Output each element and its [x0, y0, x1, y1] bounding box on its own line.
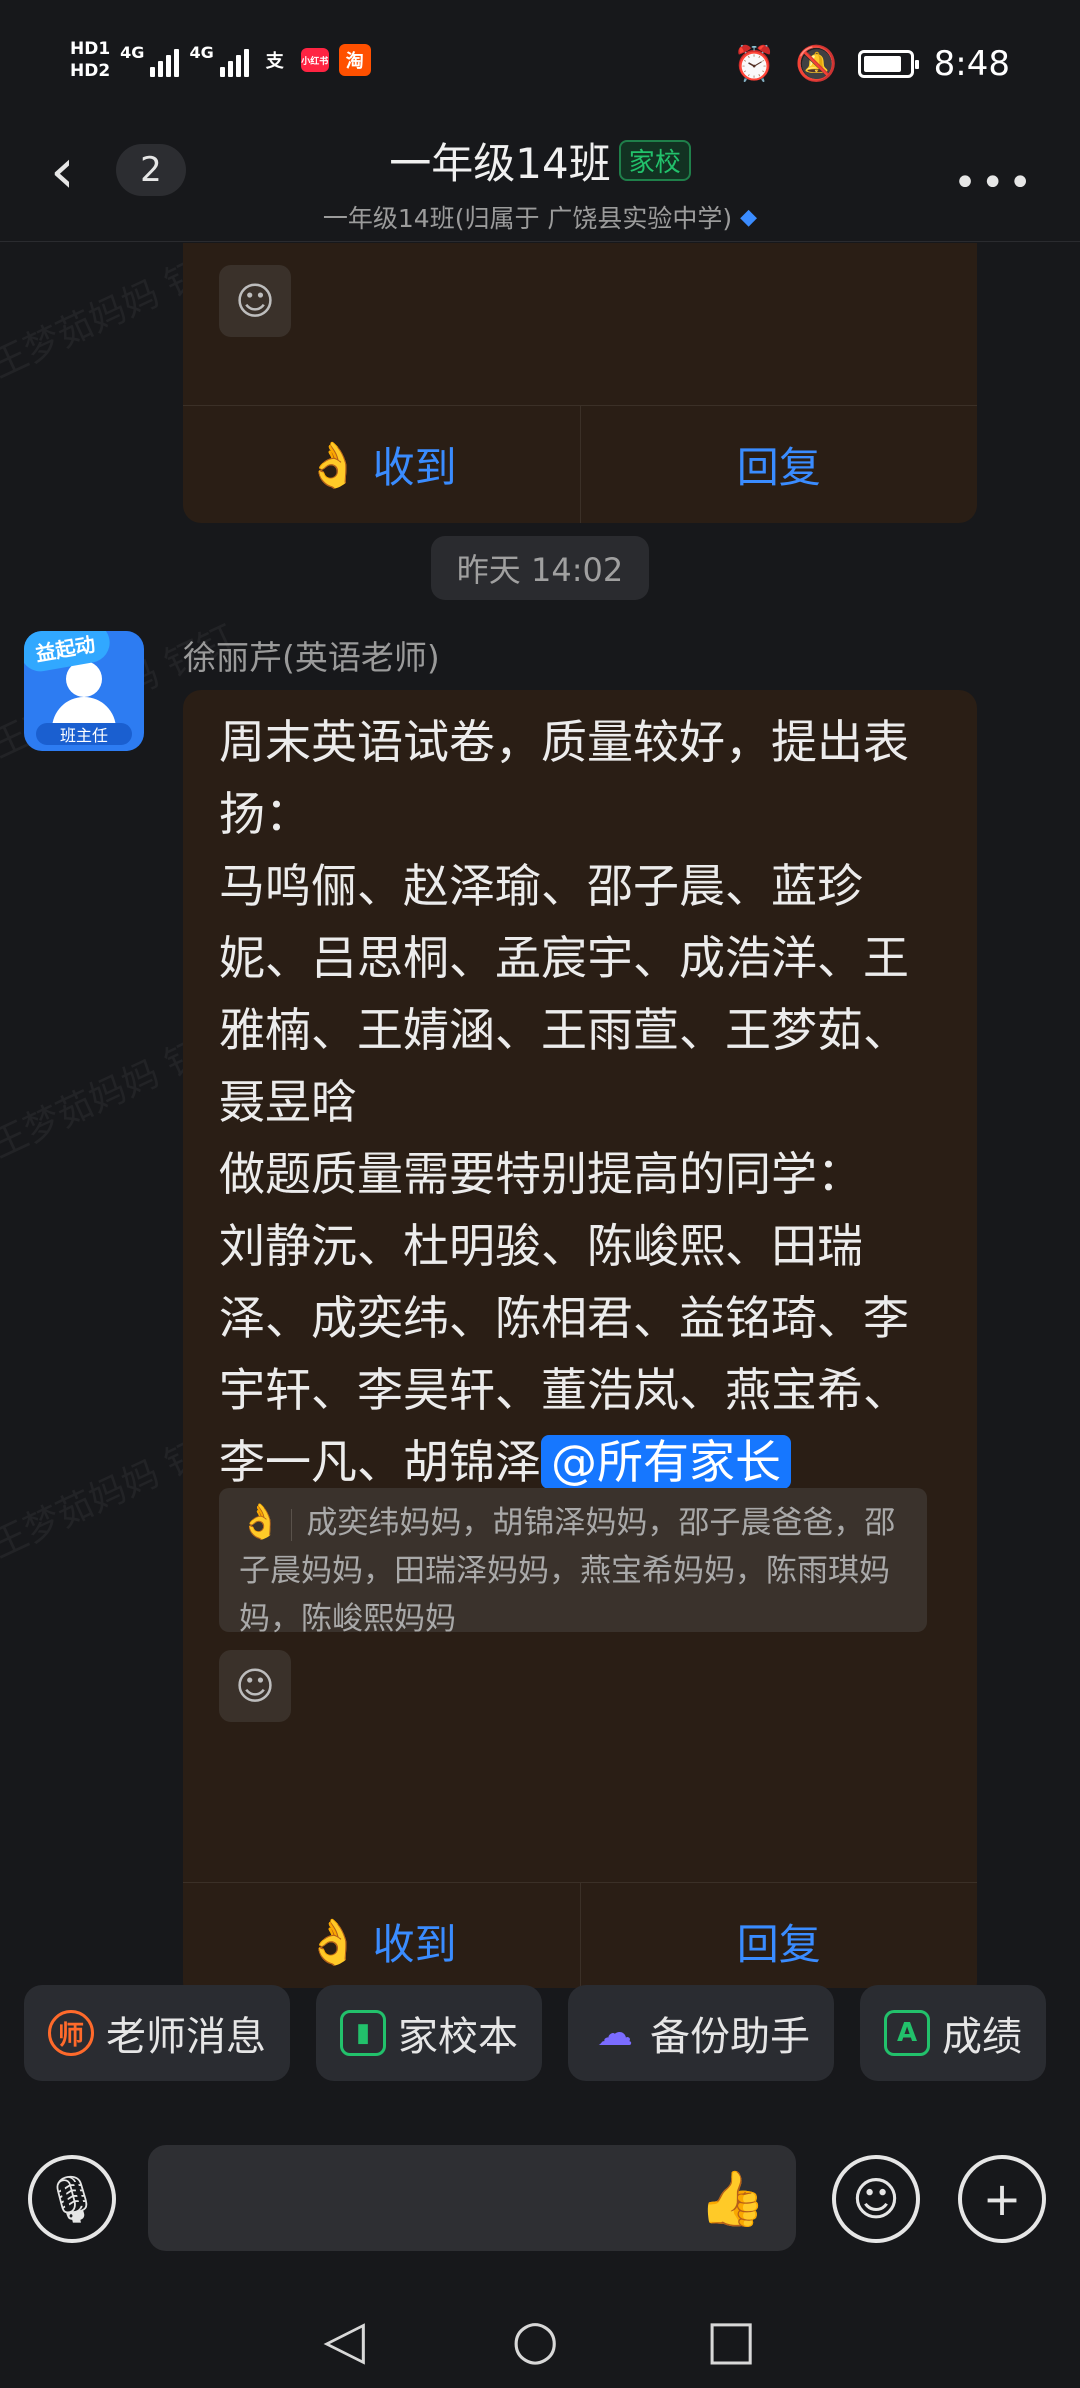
message-card[interactable]: 周末英语试卷，质量较好，提出表扬： 马鸣俪、赵泽瑜、邵子晨、蓝珍妮、吕思桐、孟宸… — [183, 690, 977, 1988]
xiaohongshu-icon: 小红书 — [300, 48, 329, 72]
add-reaction-icon[interactable]: ☺ — [219, 1650, 291, 1722]
status-bar: HD1 HD2 4G 4G 支 小红书 淘 ⏰ 🔕 8:48 — [0, 0, 1080, 130]
shortcut-bar: 师 老师消息 ▮ 家校本 ☁ 备份助手 A 成绩 — [0, 1985, 1080, 2105]
shortcut-home-school-book[interactable]: ▮ 家校本 — [316, 1985, 542, 2081]
reply-button[interactable]: 回复 — [581, 406, 978, 523]
plus-icon[interactable]: + — [958, 2155, 1046, 2243]
message-body: 周末英语试卷，质量较好，提出表扬： 马鸣俪、赵泽瑜、邵子晨、蓝珍妮、吕思桐、孟宸… — [219, 706, 949, 1498]
hd2-label: HD2 — [70, 61, 111, 81]
network-type-1: 4G — [120, 43, 145, 62]
divider — [291, 1508, 293, 1541]
reply-label: 回复 — [736, 1920, 821, 1969]
nav-home-icon[interactable]: ○ — [512, 2308, 559, 2371]
chat-header: ‹ 2 一年级14班 家校 一年级14班(归属于 广饶县实验中学) ◆ ••• — [0, 130, 1080, 242]
status-left: HD1 HD2 4G 4G 支 小红书 淘 — [70, 38, 371, 82]
sender-name: 徐丽芹(英语老师) — [183, 638, 440, 677]
network-type-2: 4G — [189, 43, 214, 62]
taobao-icon: 淘 — [338, 44, 371, 76]
alarm-icon: ⏰ — [732, 44, 776, 84]
clock: 8:48 — [933, 44, 1010, 84]
microphone-icon[interactable]: 🎙 — [28, 2155, 116, 2243]
group-name: 一年级14班 — [389, 139, 611, 188]
diamond-icon: ◆ — [740, 204, 758, 230]
message-actions: 👌 收到 回复 — [183, 1882, 977, 1988]
grades-icon: A — [884, 2010, 930, 2056]
add-reaction-icon[interactable]: ☺ — [219, 265, 291, 337]
teacher-icon: 师 — [48, 2010, 94, 2056]
shortcut-label: 备份助手 — [650, 2014, 810, 2060]
hd1-label: HD1 — [70, 39, 111, 59]
acknowledged-list[interactable]: 👌 成奕纬妈妈，胡锦泽妈妈，邵子晨爸爸，邵子晨妈妈，田瑞泽妈妈，燕宝希妈妈，陈雨琪… — [219, 1488, 927, 1637]
emoji-icon[interactable]: ☺ — [832, 2155, 920, 2243]
alipay-icon: 支 — [265, 51, 284, 72]
ack-button[interactable]: 👌 收到 — [183, 1883, 581, 1988]
ok-hand-icon: 👌 — [305, 439, 361, 491]
acknowledged-names: 成奕纬妈妈，胡锦泽妈妈，邵子晨爸爸，邵子晨妈妈，田瑞泽妈妈，燕宝希妈妈，陈雨琪妈… — [239, 1505, 896, 1637]
ok-hand-icon: 👌 — [305, 1916, 361, 1968]
battery-icon — [857, 50, 919, 78]
time-divider: 昨天 14:02 — [431, 536, 649, 600]
home-school-tag: 家校 — [618, 140, 691, 181]
page-title[interactable]: 一年级14班 家校 — [389, 130, 691, 191]
message-actions: 👌 收到 回复 — [183, 405, 977, 523]
thumbs-up-icon[interactable]: 👍 — [699, 2167, 766, 2231]
notebook-icon: ▮ — [340, 2010, 386, 2056]
mention-all-parents[interactable]: @所有家长 — [541, 1435, 791, 1489]
status-right: ⏰ 🔕 8:48 — [733, 44, 1010, 84]
avatar-role-label: 班主任 — [36, 723, 132, 745]
group-subtitle: 一年级14班(归属于 广饶县实验中学) ◆ — [0, 199, 1080, 235]
input-bar: 🎙 👍 ☺ + — [0, 2125, 1080, 2275]
ok-hand-icon: 👌 — [239, 1502, 282, 1542]
ack-label: 收到 — [372, 443, 457, 492]
reply-label: 回复 — [736, 443, 821, 492]
message-list[interactable]: 王梦茹妈妈 钉钉 王梦茹妈妈 钉钉 王梦茹妈妈 钉钉 王梦茹妈妈 钉钉 王梦茹妈… — [0, 243, 1080, 1988]
shortcut-label: 成绩 — [942, 2014, 1022, 2060]
more-icon[interactable]: ••• — [953, 160, 1036, 206]
message-input[interactable]: 👍 — [148, 2145, 796, 2251]
ack-label: 收到 — [372, 1920, 457, 1969]
nav-recents-icon[interactable]: □ — [706, 2308, 757, 2371]
system-nav-bar: ◁ ○ □ — [0, 2290, 1080, 2388]
avatar[interactable]: 益起动 班主任 — [24, 631, 144, 751]
avatar-head — [66, 661, 102, 697]
signal-icon-1: 4G — [120, 43, 180, 77]
nav-back-icon[interactable]: ◁ — [323, 2308, 365, 2371]
hd-indicator: HD1 HD2 — [70, 38, 110, 82]
message-text: 周末英语试卷，质量较好，提出表扬： 马鸣俪、赵泽瑜、邵子晨、蓝珍妮、吕思桐、孟宸… — [219, 715, 909, 1489]
ack-button[interactable]: 👌 收到 — [183, 406, 581, 523]
mute-icon: 🔕 — [795, 44, 838, 84]
previous-message-card: ☺ 👌 收到 回复 — [183, 243, 977, 523]
title-block: 一年级14班 家校 一年级14班(归属于 广饶县实验中学) ◆ — [0, 130, 1080, 235]
subtitle-text: 一年级14班(归属于 广饶县实验中学) — [322, 204, 733, 233]
signal-icon-2: 4G — [189, 43, 249, 77]
shortcut-grades[interactable]: A 成绩 — [860, 1985, 1046, 2081]
battery-level — [863, 56, 902, 72]
shortcut-label: 老师消息 — [106, 2014, 266, 2060]
shortcut-backup-assistant[interactable]: ☁ 备份助手 — [568, 1985, 834, 2081]
shortcut-label: 家校本 — [398, 2014, 518, 2060]
cloud-icon: ☁ — [597, 2012, 633, 2054]
reply-button[interactable]: 回复 — [581, 1883, 978, 1988]
shortcut-teacher-messages[interactable]: 师 老师消息 — [24, 1985, 290, 2081]
